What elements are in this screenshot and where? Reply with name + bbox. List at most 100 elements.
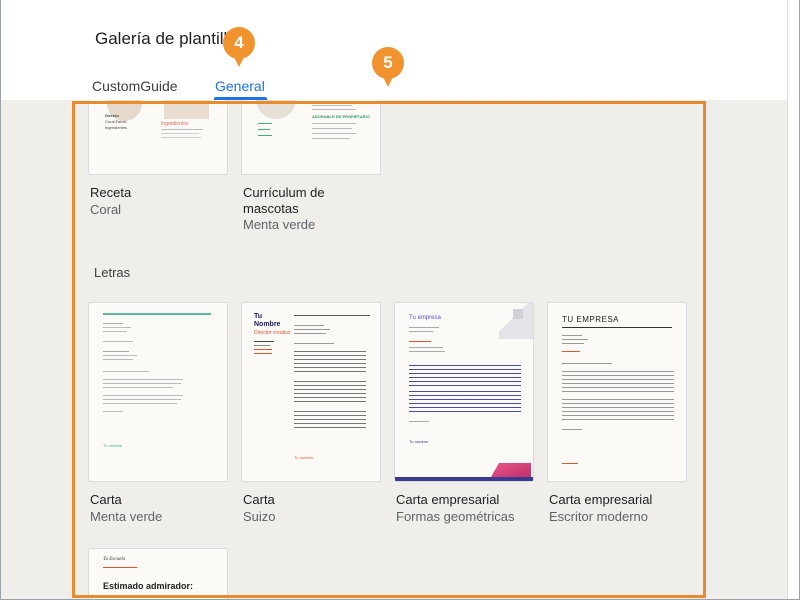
swiss-thumb-role: Director creativo [254,330,291,336]
swiss-thumb-rule [294,315,370,316]
mint-thumb-rule [103,351,129,352]
mint-thumb-rule [103,411,123,412]
pet-thumb-rule [312,105,352,106]
swiss-thumb-rule [254,353,272,354]
swiss-thumb-signature: Tu nombre [294,455,314,460]
geo-thumb-paragraph [409,365,521,387]
template-gallery: Directo Coral:Fabric Ingredientes Ingred… [1,100,787,599]
pet-thumb-rule [312,133,356,134]
pet-photo [256,100,296,119]
template-thumb-carta-menta[interactable]: Tu nombre [88,302,228,482]
geo-thumb-corner-accent [491,463,531,477]
callout-badge-5-tail [382,75,394,87]
mint-thumb-rule [103,395,183,396]
geo-thumb-rule [409,341,431,342]
swiss-thumb-rule [294,333,326,334]
mint-thumb-rule [103,359,133,360]
writer-thumb-paragraph [562,399,674,421]
pet-thumb-rule [312,123,356,124]
mint-thumb-rule [103,387,173,388]
mint-thumb-rule [103,399,181,400]
geo-thumb-rule [409,331,433,332]
bottom-thumb-logo: Tu Escuela [103,557,126,562]
recipe-thumb-heading: Ingredientes [161,121,189,127]
template-name-curriculum-line2[interactable]: mascotas [243,201,299,216]
bottom-thumb-greeting: Estimado admirador: [103,581,194,591]
tab-general[interactable]: General [215,78,265,94]
template-thumb-curriculum-mascotas[interactable]: ADORABLE DE PROPIETARIO [241,100,381,175]
writer-thumb-rule [562,339,588,340]
swiss-thumb-rule [254,345,270,346]
writer-thumb-rule [562,351,580,352]
template-name-carta-escritor[interactable]: Carta empresarial [549,492,652,507]
recipe-thumb-rule [161,133,199,134]
template-subtitle-carta-menta: Menta verde [90,509,163,524]
template-name-curriculum-line1[interactable]: Currículum de [243,185,325,200]
recipe-thumb-line2: Coral:Fabric [105,119,127,124]
template-name-carta-formas[interactable]: Carta empresarial [396,492,499,507]
swiss-thumb-rule [294,343,334,344]
writer-thumb-rule [562,335,582,336]
writer-thumb-rule [562,327,672,328]
pet-thumb-rule [258,135,272,136]
template-gallery-window: Galería de plantillas CustomGuide Genera… [0,0,800,600]
writer-thumb-rule [562,363,612,364]
geo-thumb-rule [409,351,445,352]
mint-thumb-rule [103,341,133,342]
swiss-thumb-name2: Nombre [254,321,281,328]
swiss-thumb-rule [254,349,272,350]
template-thumb-receta[interactable]: Directo Coral:Fabric Ingredientes Ingred… [88,100,228,175]
callout-badge-4-tail [233,55,245,67]
pet-thumb-rule [258,123,272,124]
swiss-thumb-paragraph [294,381,366,405]
template-subtitle-curriculum: Menta verde [243,217,316,232]
template-thumb-carta-formas[interactable]: Tu empresa Tu nombre [394,302,534,482]
mint-thumb-rule [103,383,181,384]
mint-thumb-rule [103,403,177,404]
pet-thumb-rule [312,138,350,139]
mint-thumb-rule [103,327,131,328]
geo-thumb-paragraph [409,391,521,413]
template-subtitle-carta-suizo: Suizo [243,509,276,524]
bottom-thumb-rule [103,567,137,568]
geo-thumb-square [513,309,523,319]
geo-thumb-company: Tu empresa [409,315,441,321]
mint-thumb-signature: Tu nombre [103,443,123,448]
template-name-carta-suizo[interactable]: Carta [243,492,275,507]
template-thumb-partial[interactable]: Tu Escuela Estimado admirador: [88,548,228,599]
recipe-thumb-line1: Directo [105,113,119,118]
geo-thumb-bottom-band [395,477,533,481]
template-name-receta[interactable]: Receta [90,185,131,200]
writer-thumb-rule [562,429,582,430]
swiss-thumb-paragraph [294,411,366,431]
swiss-thumb-name1: Tu [254,313,263,320]
template-subtitle-receta: Coral [90,202,122,217]
geo-thumb-rule [409,421,429,422]
pet-thumb-rule [258,129,270,130]
mint-thumb-rule [103,379,183,380]
pet-thumb-rule [312,128,352,129]
mint-thumb-rule [103,331,127,332]
writer-thumb-paragraph [562,371,674,393]
template-name-carta-menta[interactable]: Carta [90,492,122,507]
mint-thumb-rule [103,323,123,324]
pet-thumb-rule [312,109,356,110]
recipe-thumb-line3: Ingredientes [105,125,128,130]
tab-customguide[interactable]: CustomGuide [92,78,178,94]
template-subtitle-carta-formas: Formas geométricas [396,509,515,524]
geo-thumb-rule [409,347,443,348]
writer-thumb-rule [562,463,578,464]
template-thumb-carta-escritor[interactable]: TU EMPRESA [547,302,687,482]
window-scrollbar[interactable] [787,0,799,599]
mint-thumb-rule [103,355,137,356]
recipe-thumb-rule [161,137,201,138]
section-title-letras: Letras [94,265,131,280]
swiss-thumb-rule [294,329,330,330]
swiss-thumb-rule [294,325,324,326]
recipe-thumb-rule [161,129,203,130]
swiss-thumb-rule [254,341,274,342]
writer-thumb-rule [562,343,584,344]
writer-thumb-company: TU EMPRESA [562,315,620,324]
template-thumb-carta-suizo[interactable]: Tu Nombre Director creativo Tu nombre [241,302,381,482]
mint-thumb-topbar [103,313,211,315]
